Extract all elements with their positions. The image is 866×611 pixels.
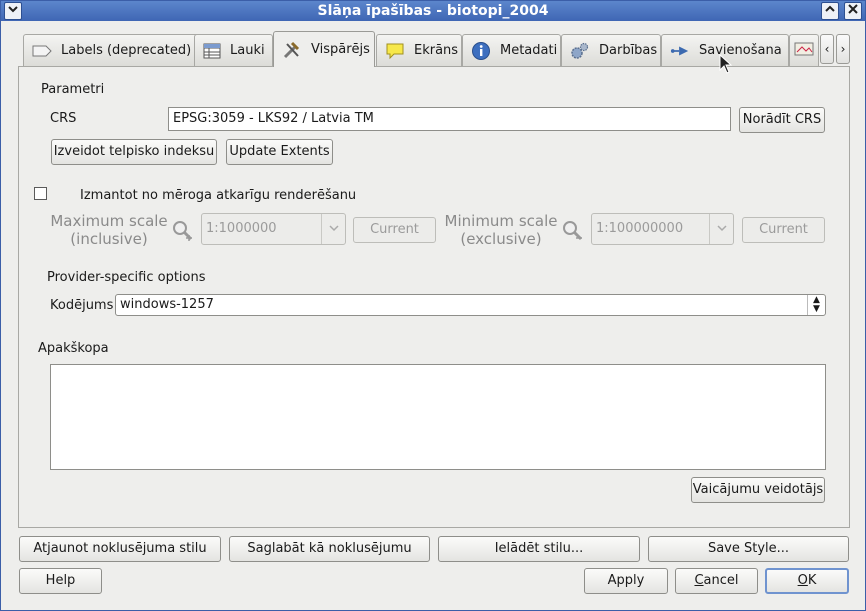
window-title: Slāņa īpašības - biotopi_2004 [317, 3, 549, 19]
cancel-button[interactable]: Cancel [675, 568, 758, 594]
max-scale-label: Maximum scale (inclusive) [47, 212, 171, 248]
max-scale-value: 1:1000000 [206, 221, 277, 236]
parameters-heading: Parametri [41, 82, 105, 97]
speech-bubble-icon [385, 42, 405, 60]
image-icon [794, 42, 814, 60]
subset-textarea[interactable] [50, 364, 826, 470]
tab-scroll-left-button[interactable]: ‹ [820, 34, 834, 64]
tab-darbibas[interactable]: Darbības [561, 34, 661, 66]
tab-label: Savienošana [699, 43, 782, 58]
restore-default-style-button[interactable]: Atjaunot noklusējuma stilu [19, 536, 221, 562]
tab-label: Ekrāns [414, 43, 459, 58]
provider-options-heading: Provider-specific options [47, 270, 206, 285]
table-icon [203, 42, 221, 60]
crs-field[interactable]: EPSG:3059 - LKS92 / Latvia TM [168, 107, 731, 131]
layer-properties-dialog: Slāņa īpašības - biotopi_2004 Labels (de… [0, 0, 866, 611]
close-icon[interactable] [844, 2, 862, 20]
tab-label: Labels (deprecated) [61, 43, 192, 58]
tab-lauki[interactable]: Lauki [194, 34, 273, 66]
tab-ekrans[interactable]: Ekrāns [376, 34, 462, 66]
save-as-default-button[interactable]: Saglabāt kā noklusējumu [229, 536, 430, 562]
tab-label: Metadati [500, 43, 558, 58]
chevron-up-icon[interactable] [821, 2, 839, 20]
join-icon [670, 42, 690, 60]
tools-icon [282, 41, 302, 59]
max-scale-label-line2: (inclusive) [70, 230, 148, 248]
encoding-value: windows-1257 [120, 297, 214, 312]
min-scale-label: Minimum scale (exclusive) [439, 212, 563, 248]
tab-label: Darbības [599, 43, 658, 58]
update-extents-button[interactable]: Update Extents [226, 139, 333, 165]
scale-dependent-checkbox[interactable] [34, 187, 47, 200]
chevron-down-icon [709, 214, 733, 244]
label-tag-icon [32, 42, 52, 60]
tab-metadati[interactable]: Metadati [462, 34, 561, 66]
zoom-out-icon [561, 219, 585, 247]
min-scale-label-line1: Minimum scale [444, 212, 558, 230]
up-down-arrows-icon: ▲ ▼ [807, 295, 825, 315]
zoom-in-icon [171, 219, 195, 247]
tab-visparejs[interactable]: Vispārējs [273, 31, 375, 67]
load-style-button[interactable]: Ielādēt stilu... [438, 536, 640, 562]
subset-heading: Apakškopa [38, 341, 109, 356]
min-scale-label-line2: (exclusive) [460, 230, 542, 248]
create-spatial-index-button[interactable]: Izveidot telpisko indeksu [51, 139, 217, 165]
tab-overflow[interactable] [789, 34, 819, 66]
help-button[interactable]: Help [19, 568, 102, 594]
max-scale-current-button[interactable]: Current [353, 217, 436, 243]
general-tab-panel: Parametri CRS EPSG:3059 - LKS92 / Latvia… [18, 66, 850, 528]
apply-button[interactable]: Apply [584, 568, 668, 594]
ok-mnemonic: O [797, 573, 808, 588]
encoding-select[interactable]: windows-1257 ▲ ▼ [115, 294, 826, 316]
gears-icon [570, 42, 590, 60]
max-scale-combo[interactable]: 1:1000000 [201, 213, 346, 245]
chevron-down-icon [321, 214, 345, 244]
cancel-label: ancel [703, 573, 739, 588]
max-scale-label-line1: Maximum scale [50, 212, 168, 230]
crs-label: CRS [50, 111, 77, 126]
chevron-down-icon[interactable] [4, 2, 22, 20]
min-scale-value: 1:100000000 [596, 221, 684, 236]
query-builder-button[interactable]: Vaicājumu veidotājs [691, 477, 825, 503]
title-bar[interactable]: Slāņa īpašības - biotopi_2004 [1, 1, 865, 21]
mouse-cursor-icon [719, 53, 733, 78]
tab-label: Lauki [230, 43, 265, 58]
tab-scroll-right-button[interactable]: › [836, 34, 850, 64]
ok-button[interactable]: OK [765, 568, 849, 594]
tab-label: Vispārējs [311, 42, 370, 57]
encoding-label: Kodējums [50, 298, 114, 313]
min-scale-combo[interactable]: 1:100000000 [591, 213, 734, 245]
info-icon [471, 41, 491, 60]
min-scale-current-button[interactable]: Current [742, 217, 825, 243]
save-style-button[interactable]: Save Style... [648, 536, 849, 562]
set-crs-button[interactable]: Norādīt CRS [739, 107, 825, 133]
tab-labels-deprecated[interactable]: Labels (deprecated) [23, 34, 209, 66]
cancel-mnemonic: C [694, 573, 704, 588]
scale-dependent-label: Izmantot no mēroga atkarīgu renderēšanu [80, 188, 357, 203]
ok-label: K [807, 573, 817, 588]
